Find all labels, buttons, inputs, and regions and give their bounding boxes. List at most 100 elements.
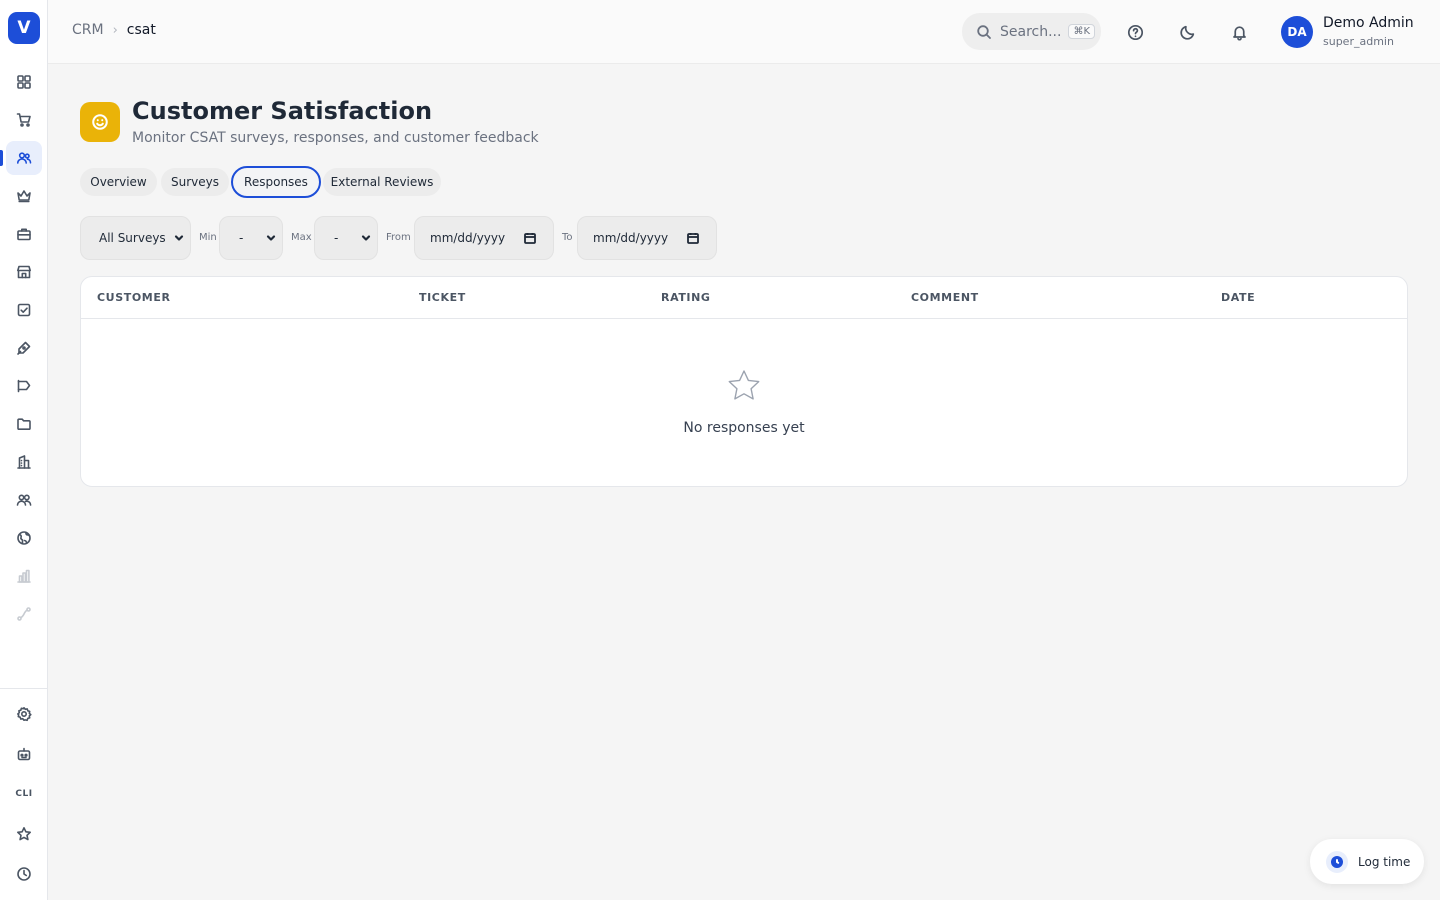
- tab-surveys[interactable]: Surveys: [161, 168, 229, 196]
- globe-icon: [17, 531, 31, 545]
- sidebar-item-team[interactable]: [6, 483, 42, 517]
- sidebar-item-websites[interactable]: [6, 521, 42, 555]
- from-date-placeholder: mm/dd/yyyy: [430, 231, 506, 245]
- breadcrumb-crm[interactable]: CRM: [72, 22, 104, 38]
- sidebar-divider: [0, 688, 48, 689]
- sidebar-item-analytics[interactable]: [6, 559, 42, 593]
- sidebar-item-membership[interactable]: [6, 179, 42, 213]
- calendar-icon: [687, 233, 699, 244]
- max-rating-value: -: [334, 231, 339, 245]
- search-placeholder: Search...: [1000, 23, 1062, 40]
- to-date-placeholder: mm/dd/yyyy: [593, 231, 669, 245]
- tab-external-reviews[interactable]: External Reviews: [323, 168, 441, 196]
- top-bar: CRM › csat Search... ⌘K DA Demo Admin su…: [48, 0, 1440, 64]
- from-label: From: [386, 232, 411, 243]
- sidebar-item-workflows[interactable]: [6, 597, 42, 631]
- sidebar-item-companies[interactable]: [6, 445, 42, 479]
- column-header-customer[interactable]: CUSTOMER: [97, 291, 171, 304]
- log-time-button[interactable]: Log time: [1310, 839, 1424, 884]
- min-rating-value: -: [239, 231, 244, 245]
- notifications-button[interactable]: [1225, 18, 1253, 46]
- checkbox-icon: [17, 303, 31, 317]
- calendar-icon: [524, 233, 536, 244]
- sidebar-item-marketing[interactable]: [6, 369, 42, 403]
- from-date-input[interactable]: mm/dd/yyyy: [414, 216, 554, 260]
- page-icon: [80, 102, 120, 142]
- sidebar-item-favorites[interactable]: [6, 817, 42, 851]
- min-rating-select[interactable]: -: [219, 216, 283, 260]
- chevron-down-icon: [174, 235, 184, 241]
- chevron-right-icon: ›: [112, 22, 118, 38]
- sidebar: V CLI: [0, 0, 48, 900]
- help-icon: [1127, 24, 1143, 40]
- pen-icon: [17, 341, 31, 355]
- page-subtitle: Monitor CSAT surveys, responses, and cus…: [132, 130, 539, 146]
- sidebar-item-store[interactable]: [6, 255, 42, 289]
- chevron-down-icon: [266, 235, 276, 241]
- user-name[interactable]: Demo Admin: [1323, 15, 1414, 31]
- avatar[interactable]: DA: [1281, 16, 1313, 48]
- moon-icon: [1179, 25, 1194, 40]
- grid-icon: [17, 75, 31, 89]
- star-icon: [17, 827, 31, 841]
- smile-icon: [92, 114, 108, 130]
- clock-icon: [17, 867, 31, 881]
- page-title: Customer Satisfaction: [132, 97, 433, 125]
- sidebar-item-content[interactable]: [6, 331, 42, 365]
- breadcrumb: CRM › csat: [72, 22, 156, 38]
- gear-icon: [17, 707, 32, 722]
- app-logo[interactable]: V: [8, 12, 40, 44]
- search-icon: [977, 24, 991, 39]
- search-input[interactable]: Search... ⌘K: [962, 13, 1101, 50]
- sidebar-item-cli[interactable]: CLI: [6, 777, 42, 811]
- store-icon: [17, 265, 31, 279]
- bell-icon: [1232, 25, 1246, 40]
- sidebar-item-files[interactable]: [6, 407, 42, 441]
- breadcrumb-current: csat: [126, 22, 156, 38]
- search-shortcut: ⌘K: [1068, 24, 1096, 39]
- column-header-comment[interactable]: COMMENT: [911, 291, 979, 304]
- to-date-input[interactable]: mm/dd/yyyy: [577, 216, 717, 260]
- timer-icon: [1326, 850, 1348, 873]
- user-role: super_admin: [1323, 35, 1394, 48]
- survey-select-value: All Surveys: [99, 231, 166, 245]
- column-header-date[interactable]: DATE: [1221, 291, 1255, 304]
- chevron-down-icon: [361, 235, 371, 241]
- cli-icon: CLI: [15, 789, 33, 799]
- min-label: Min: [199, 232, 217, 243]
- cart-icon: [16, 113, 31, 127]
- team-icon: [16, 494, 32, 506]
- sidebar-item-dashboard[interactable]: [6, 65, 42, 99]
- survey-select[interactable]: All Surveys: [80, 216, 191, 260]
- active-indicator: [0, 150, 3, 166]
- folder-icon: [17, 418, 31, 430]
- briefcase-icon: [17, 228, 31, 241]
- tab-overview[interactable]: Overview: [80, 168, 157, 196]
- empty-state-text: No responses yet: [683, 420, 805, 436]
- sidebar-item-ai-agent[interactable]: [6, 737, 42, 771]
- sidebar-item-commerce[interactable]: [6, 103, 42, 137]
- sidebar-item-tasks[interactable]: [6, 293, 42, 327]
- empty-state-star-icon: [725, 367, 763, 405]
- building-icon: [17, 455, 31, 469]
- max-rating-select[interactable]: -: [314, 216, 378, 260]
- tab-responses[interactable]: Responses: [231, 166, 321, 198]
- to-label: To: [562, 232, 573, 243]
- sidebar-item-crm[interactable]: [6, 141, 42, 175]
- users-icon: [17, 152, 32, 164]
- megaphone-icon: [17, 379, 31, 393]
- column-header-rating[interactable]: RATING: [661, 291, 711, 304]
- max-label: Max: [291, 232, 312, 243]
- crown-icon: [17, 190, 31, 203]
- sidebar-item-history[interactable]: [6, 857, 42, 891]
- theme-toggle-button[interactable]: [1173, 18, 1201, 46]
- log-time-label: Log time: [1358, 854, 1411, 869]
- table-header: CUSTOMER TICKET RATING COMMENT DATE: [81, 277, 1407, 319]
- column-header-ticket[interactable]: TICKET: [419, 291, 466, 304]
- responses-table: CUSTOMER TICKET RATING COMMENT DATE No r…: [80, 276, 1408, 487]
- help-button[interactable]: [1121, 18, 1149, 46]
- sidebar-item-hr[interactable]: [6, 217, 42, 251]
- bot-icon: [17, 747, 31, 761]
- bar-chart-icon: [17, 569, 31, 583]
- sidebar-item-settings[interactable]: [6, 697, 42, 731]
